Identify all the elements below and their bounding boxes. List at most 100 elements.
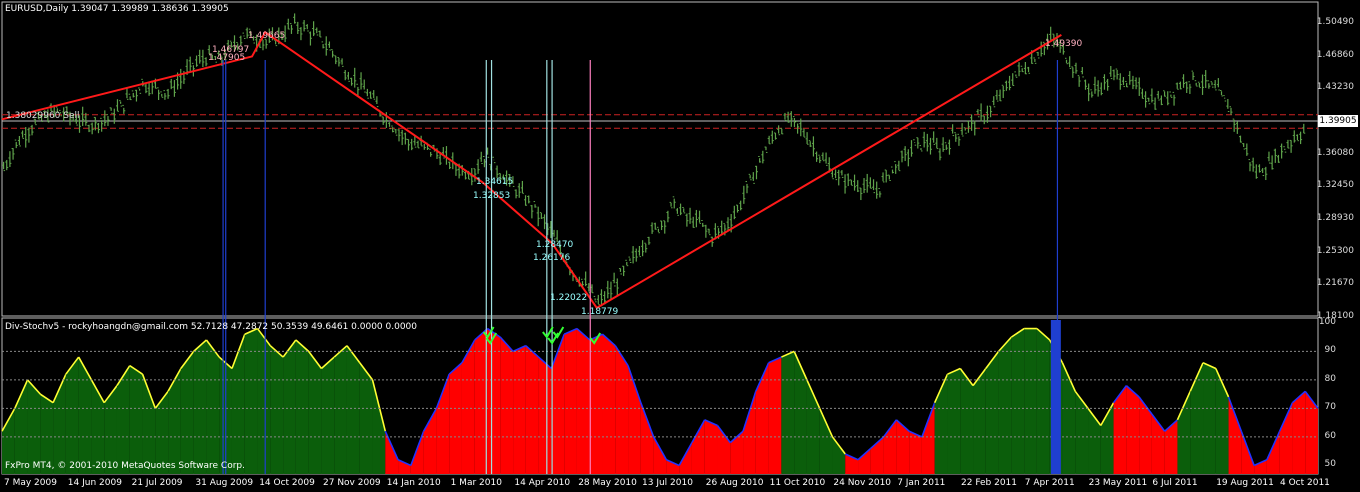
oscillator-area-segment (1266, 431, 1280, 474)
low-annotation-2: 1.26176 (533, 253, 571, 263)
check-mark-icon (552, 326, 565, 339)
oscillator-area-segment (91, 379, 105, 474)
oscillator-area-segment (372, 379, 386, 474)
indicator-title: Div-Stochv5 - rockyhoangdn@gmail.com 52.… (5, 322, 418, 332)
oscillator-area-segment (231, 334, 245, 474)
time-tick-label: 4 Oct 2011 (1280, 478, 1330, 488)
oscillator-area-segment (1139, 397, 1152, 474)
mid-annotation-1: 1.34615 (476, 177, 514, 187)
oscillator-tick-label: 60 (1324, 430, 1336, 441)
oscillator-area-segment (947, 368, 961, 474)
current-price-tag: 1.39905 (1318, 115, 1358, 127)
oscillator-area-segment (27, 379, 41, 474)
oscillator-area-segment (321, 357, 335, 474)
price-tick-label: 1.25300 (1316, 245, 1354, 256)
oscillator-area-segment (1024, 328, 1037, 474)
oscillator-area-segment (781, 351, 795, 474)
oscillator-area-segment (538, 357, 552, 474)
top-annotation-3: 1.49665 (248, 31, 286, 41)
ohlc-values: 1.39047 1.39989 1.38636 1.39905 (71, 4, 229, 14)
mid-annotation-2: 1.32853 (473, 191, 511, 201)
symbol-label: EURUSD,Daily 1.39047 1.39989 1.38636 1.3… (5, 4, 229, 15)
oscillator-area-segment (615, 345, 629, 474)
oscillator-area-segment (1075, 391, 1089, 474)
oscillator-area-segment (896, 419, 910, 474)
oscillator-area-segment (65, 357, 79, 474)
oscillator-area-segment (168, 368, 181, 474)
oscillator-area-segment (794, 351, 807, 474)
oscillator-area-segment (346, 345, 360, 474)
oscillator-area-segment (474, 328, 488, 474)
time-tick-label: 14 Jun 2009 (67, 478, 122, 488)
oscillator-area-segment (385, 431, 399, 474)
oscillator-area-segment (1203, 362, 1216, 474)
oscillator-area-segment (704, 419, 718, 474)
oscillator-area-segment (858, 448, 871, 474)
oscillator-area-segment (308, 351, 322, 474)
oscillator-area-segment (1305, 391, 1318, 474)
oscillator-area-segment (257, 328, 271, 474)
zigzag-line (1, 30, 1062, 310)
oscillator-area-segment (1164, 419, 1178, 474)
time-tick-label: 26 Aug 2010 (705, 478, 764, 488)
oscillator-area-segment (295, 339, 309, 474)
price-tick-label: 1.21670 (1316, 278, 1354, 289)
time-tick-label: 11 Oct 2010 (769, 478, 826, 488)
time-tick-label: 19 Aug 2011 (1216, 478, 1274, 488)
price-tick-label: 1.43230 (1316, 82, 1354, 93)
oscillator-area-segment (564, 328, 577, 474)
oscillator-area-segment (334, 345, 347, 474)
price-tick-label: 1.36080 (1316, 147, 1354, 158)
oscillator-area-segment (1292, 391, 1306, 474)
oscillator-area-segment (589, 334, 603, 474)
oscillator-area-segment (602, 334, 616, 474)
oscillator-area-segment (1011, 328, 1025, 474)
symbol-name: EURUSD,Daily (5, 4, 69, 14)
oscillator-area-segment (768, 357, 782, 474)
oscillator-tick-label: 70 (1324, 402, 1336, 413)
time-tick-label: 14 Oct 2009 (259, 478, 315, 488)
oscillator-area-segment (832, 436, 846, 474)
low-annotation-3: 1.22022 (550, 293, 588, 303)
oscillator-area-segment (206, 339, 220, 474)
time-tick-label: 7 Jan 2011 (897, 478, 946, 488)
low-annotation-4: 1.18779 (581, 307, 619, 317)
oscillator-area-segment (270, 345, 284, 474)
time-tick-label: 1 Mar 2010 (450, 478, 502, 488)
price-tick-label: 1.32450 (1316, 180, 1354, 191)
oscillator-area-segment (691, 419, 705, 474)
oscillator-tick-label: 50 (1324, 459, 1336, 470)
oscillator-tick-label: 100 (1318, 316, 1336, 327)
oscillator-area-segment (180, 351, 194, 474)
oscillator-area-segment (193, 339, 207, 474)
oscillator-area-segment (743, 391, 756, 474)
oscillator-area-segment (909, 431, 922, 474)
oscillator-area-segment (78, 357, 92, 474)
right-top-annotation: 1.49390 (1045, 39, 1083, 49)
chart-canvas (1, 1, 1319, 475)
oscillator-tick-label: 90 (1324, 345, 1336, 356)
oscillator-area-segment (244, 328, 258, 474)
oscillator-area-segment (921, 402, 935, 474)
oscillator-area-segment (525, 345, 539, 474)
top-annotation-2: 1.47905 (208, 53, 246, 63)
time-tick-label: 14 Jan 2010 (386, 478, 441, 488)
oscillator-area-segment (1036, 328, 1050, 474)
oscillator-area-segment (500, 337, 514, 474)
copyright-label: FxPro MT4, © 2001-2010 MetaQuotes Softwa… (5, 461, 245, 471)
price-tick-label: 1.28930 (1316, 213, 1354, 223)
oscillator-area-segment (487, 328, 501, 474)
oscillator-area-segment (1126, 385, 1140, 474)
low-annotation-1: 1.28470 (536, 240, 574, 250)
time-tick-label: 13 Jul 2010 (642, 478, 693, 488)
oscillator-area-segment (576, 328, 590, 474)
candles-group (2, 13, 1306, 307)
oscillator-area-segment (283, 339, 296, 474)
price-tick-label: 1.50490 (1316, 17, 1354, 27)
time-tick-label: 14 Apr 2010 (514, 478, 571, 488)
time-tick-label: 24 Nov 2010 (833, 478, 892, 488)
sell-level-label: 1.38029960 Sell (6, 111, 80, 121)
oscillator-area-segment (819, 408, 833, 474)
oscillator-area-segment (551, 334, 565, 474)
time-tick-label: 7 May 2009 (4, 478, 57, 488)
